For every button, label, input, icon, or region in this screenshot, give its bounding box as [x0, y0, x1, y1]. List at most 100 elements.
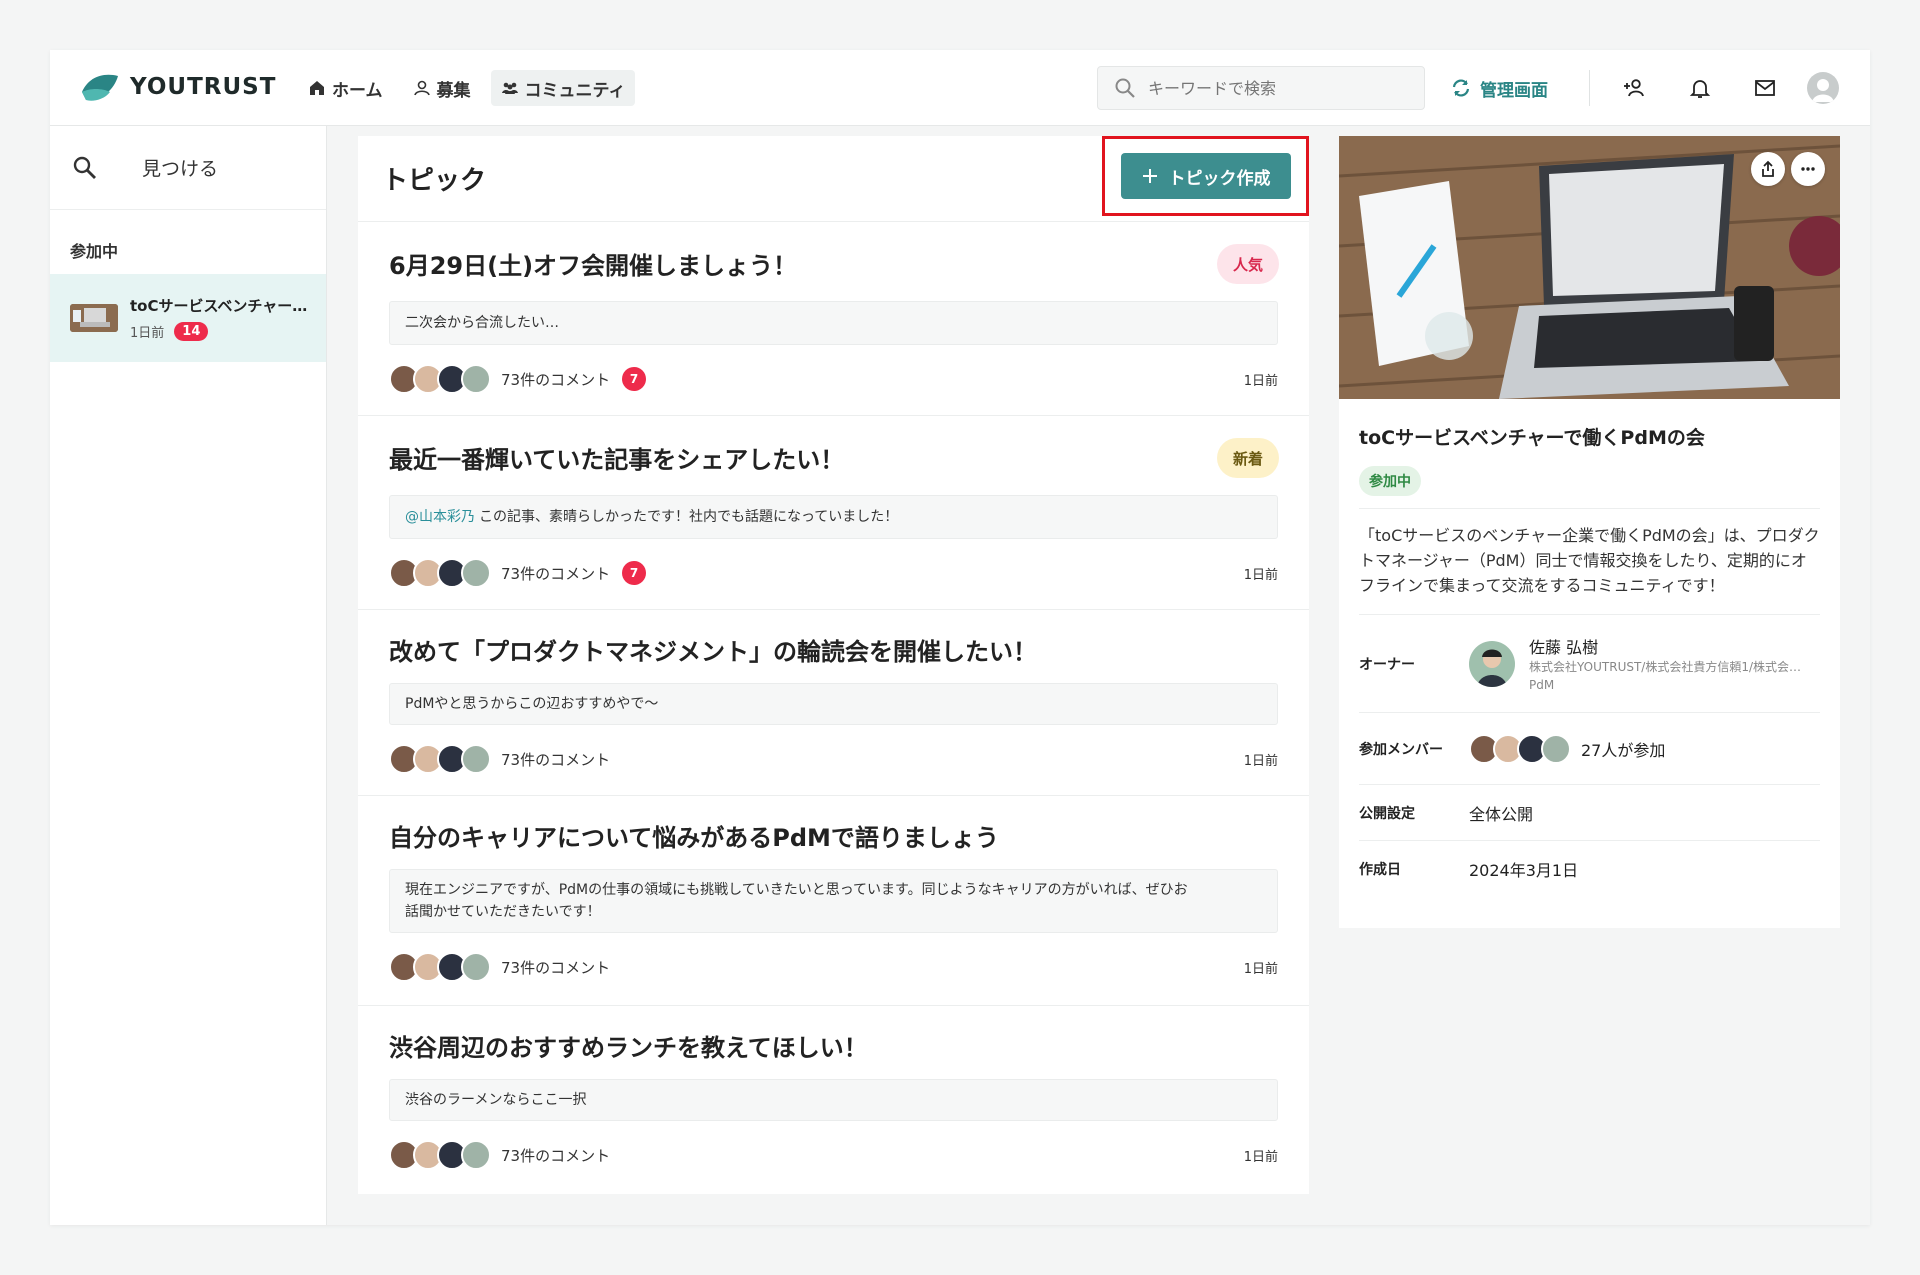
create-topic-label: トピック作成	[1168, 168, 1271, 189]
nav-recruit-label: 募集	[436, 80, 471, 101]
left-sidebar: 見つける 参加中 toCサービスベンチャー… 1日前 14	[50, 126, 327, 1225]
new-comment-badge: 7	[622, 561, 647, 585]
page-title: トピック	[382, 166, 487, 196]
topic-title: 6月29日(土)オフ会開催しましょう！	[389, 252, 798, 280]
participant-avatars	[389, 744, 491, 774]
topic-card[interactable]: 渋谷周辺のおすすめランチを教えてほしい！ 渋谷のラーメンならここ一択 73件のコ…	[358, 1006, 1309, 1192]
admin-label: 管理画面	[1480, 80, 1548, 101]
main-nav: ホーム 募集 コミュニティ	[298, 70, 636, 106]
visibility-label: 公開設定	[1359, 805, 1415, 822]
mail-icon	[1755, 80, 1775, 96]
topic-snippet: 二次会から合流したい…	[389, 301, 1278, 345]
more-icon	[1801, 167, 1815, 171]
user-mention[interactable]: @山本彩乃	[405, 506, 475, 528]
top-header: YOUTRUST ホーム 募集 コミュニティ 管理画面	[50, 50, 1870, 126]
topic-footer: 73件のコメント 1日前	[389, 1139, 1278, 1171]
header-divider	[1589, 70, 1590, 106]
member-avatars	[1469, 733, 1571, 764]
visibility-row: 公開設定 全体公開	[1359, 784, 1820, 840]
topic-snippet: 渋谷のラーメンならここ一択	[389, 1079, 1278, 1121]
owner-role: PdM	[1529, 677, 1555, 692]
topic-time: 1日前	[1243, 373, 1278, 389]
owner-company: 株式会社YOUTRUST/株式会社貴方信頼1/株式会…	[1529, 659, 1802, 674]
comment-count[interactable]: 73件のコメント	[501, 369, 610, 390]
topic-footer: 73件のコメント 1日前	[389, 951, 1278, 983]
members-row[interactable]: 参加メンバー 27人が参加	[1359, 712, 1820, 784]
members-count: 27人が参加	[1581, 740, 1666, 760]
bell-icon	[1689, 80, 1711, 98]
topic-snippet: 現在エンジニアですが、PdMの仕事の領域にも挑戦していきたいと思っています。同じ…	[389, 869, 1278, 933]
topic-footer: 73件のコメント 7 1日前	[389, 557, 1278, 589]
snippet-text: この記事、素晴らしかったです！社内でも話題になっていました！	[479, 508, 899, 525]
search-icon	[73, 156, 96, 179]
popular-tag: 人気	[1216, 244, 1279, 284]
comment-count[interactable]: 73件のコメント	[501, 563, 610, 584]
topic-footer: 73件のコメント 7 1日前	[389, 363, 1278, 395]
highlight-box: トピック作成	[1102, 136, 1309, 216]
comment-count[interactable]: 73件のコメント	[501, 957, 610, 978]
topic-title: 最近一番輝いていた記事をシェアしたい！	[389, 446, 845, 474]
brand-name: YOUTRUST	[130, 74, 277, 100]
comment-count[interactable]: 73件のコメント	[501, 1145, 610, 1166]
snippet-line: 話聞かせていただきたいです！	[405, 904, 601, 920]
topic-card[interactable]: 最近一番輝いていた記事をシェアしたい！ 新着 @山本彩乃 この記事、素晴らしかっ…	[358, 416, 1309, 610]
snippet-line: 現在エンジニアですが、PdMの仕事の領域にも挑戦していきたいと思っています。同じ…	[405, 881, 1188, 898]
add-user-icon	[1624, 79, 1644, 97]
plus-icon	[1142, 169, 1157, 183]
created-label: 作成日	[1359, 861, 1401, 878]
participant-avatars	[389, 558, 491, 588]
nav-community[interactable]: コミュニティ	[490, 70, 636, 106]
community-description: 「toCサービスのベンチャー企業で働くPdMの会」は、プロダクトマネージャー（P…	[1359, 508, 1820, 614]
community-info-panel: toCサービスベンチャーで働くPdMの会 参加中 「toCサービスのベンチャー企…	[1339, 136, 1840, 928]
recruit-icon	[413, 80, 430, 96]
comment-count[interactable]: 73件のコメント	[501, 749, 610, 770]
share-icon	[1762, 160, 1774, 177]
nav-recruit[interactable]: 募集	[403, 70, 481, 106]
new-comment-badge: 7	[622, 367, 647, 391]
search-input[interactable]	[1148, 78, 1388, 98]
topic-snippet: PdMやと思うからこの辺おすすめやで〜	[389, 683, 1278, 725]
participant-avatars	[389, 952, 491, 982]
created-value: 2024年3月1日	[1469, 860, 1579, 880]
members-label: 参加メンバー	[1359, 741, 1443, 758]
owner-row: オーナー 佐藤 弘樹 株式会社YOUTRUST/株式会社貴方信頼1/株式会… P…	[1359, 614, 1820, 712]
topic-card[interactable]: 6月29日(土)オフ会開催しましょう！ 人気 二次会から合流したい… 73件のコ…	[358, 222, 1309, 416]
community-cover-image	[1339, 136, 1840, 399]
joined-heading: 参加中	[70, 242, 119, 261]
nav-home[interactable]: ホーム	[298, 70, 393, 106]
avatar	[461, 744, 491, 774]
topic-title: 渋谷周辺のおすすめランチを教えてほしい！	[389, 1034, 868, 1062]
notifications-button[interactable]	[1686, 74, 1714, 102]
topics-header: トピック トピック作成	[358, 136, 1309, 222]
community-icon	[501, 82, 518, 94]
find-communities[interactable]: 見つける	[50, 126, 326, 210]
more-options-button[interactable]	[1791, 152, 1825, 186]
topic-time: 1日前	[1243, 567, 1278, 583]
sidebar-community-item[interactable]: toCサービスベンチャー… 1日前 14	[50, 274, 326, 362]
sync-icon	[1452, 79, 1470, 97]
create-topic-button[interactable]: トピック作成	[1120, 153, 1291, 199]
avatar	[1541, 733, 1571, 764]
owner-name[interactable]: 佐藤 弘樹	[1529, 634, 1819, 658]
topic-title: 改めて「プロダクトマネジメント」の輪読会を開催したい！	[389, 638, 1037, 666]
messages-button[interactable]	[1751, 74, 1779, 102]
brand-logo[interactable]: YOUTRUST	[80, 70, 276, 104]
user-avatar[interactable]	[1807, 72, 1839, 104]
search-box[interactable]	[1097, 66, 1425, 110]
participant-avatars	[389, 1140, 491, 1170]
topic-card[interactable]: 自分のキャリアについて悩みがあるPdMで語りましょう 現在エンジニアですが、Pd…	[358, 796, 1309, 1006]
add-friend-button[interactable]	[1620, 74, 1648, 102]
topic-footer: 73件のコメント 1日前	[389, 743, 1278, 775]
avatar	[461, 364, 491, 394]
owner-avatar[interactable]	[1469, 640, 1515, 687]
avatar	[461, 1140, 491, 1170]
admin-link[interactable]: 管理画面	[1450, 70, 1548, 106]
topic-card[interactable]: 改めて「プロダクトマネジメント」の輪読会を開催したい！ PdMやと思うからこの辺…	[358, 610, 1309, 796]
community-thumbnail	[70, 304, 118, 332]
search-icon	[1115, 78, 1135, 98]
share-button[interactable]	[1751, 152, 1785, 186]
participant-avatars	[389, 364, 491, 394]
topics-panel: トピック トピック作成 6月29日(土)オフ会開催しましょう！ 人気 二次会から…	[358, 136, 1309, 1194]
community-title: toCサービスベンチャー…	[130, 297, 308, 315]
joined-status-badge: 参加中	[1359, 466, 1421, 496]
